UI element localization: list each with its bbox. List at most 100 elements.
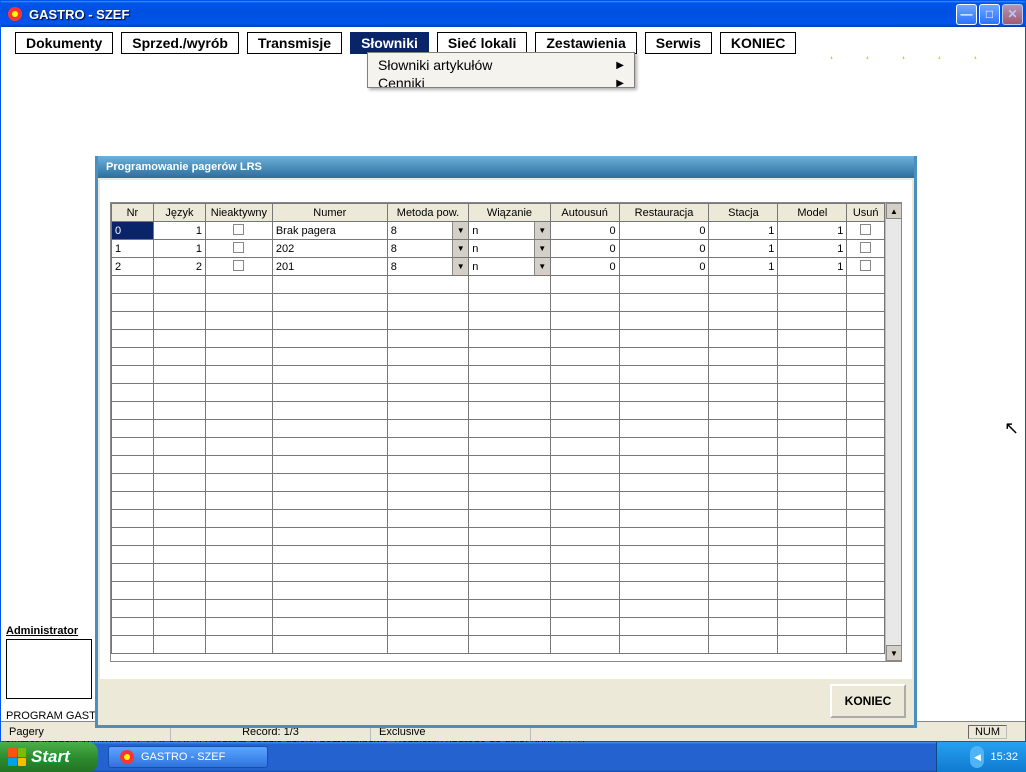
empty-cell[interactable] xyxy=(112,312,154,330)
taskbar-item[interactable]: GASTRO - SZEF xyxy=(108,746,268,768)
dropdown-arrow-icon[interactable]: ▼ xyxy=(452,222,468,239)
cell-autousun[interactable]: 0 xyxy=(550,240,619,258)
empty-cell[interactable] xyxy=(469,402,550,420)
grid-header-cell[interactable]: Język xyxy=(153,204,205,222)
empty-cell[interactable] xyxy=(847,546,885,564)
grid-scrollbar[interactable]: ▲ ▼ xyxy=(885,203,901,661)
empty-cell[interactable] xyxy=(153,474,205,492)
empty-cell[interactable] xyxy=(778,582,847,600)
empty-cell[interactable] xyxy=(619,312,709,330)
empty-cell[interactable] xyxy=(153,582,205,600)
empty-cell[interactable] xyxy=(709,384,778,402)
empty-cell[interactable] xyxy=(469,564,550,582)
table-row[interactable]: 222018▼n▼0011 xyxy=(112,258,885,276)
cell-nieaktywny[interactable] xyxy=(206,222,273,240)
empty-cell[interactable] xyxy=(112,510,154,528)
table-row-empty[interactable] xyxy=(112,294,885,312)
empty-cell[interactable] xyxy=(709,492,778,510)
empty-cell[interactable] xyxy=(206,618,273,636)
table-row-empty[interactable] xyxy=(112,564,885,582)
empty-cell[interactable] xyxy=(153,456,205,474)
cell-wiazanie[interactable]: n▼ xyxy=(469,222,550,240)
menu-słowniki[interactable]: Słowniki xyxy=(350,32,429,54)
empty-cell[interactable] xyxy=(153,294,205,312)
system-tray[interactable]: ◀ 15:32 xyxy=(936,742,1026,772)
cell-stacja[interactable]: 1 xyxy=(709,240,778,258)
cell-metoda[interactable]: 8▼ xyxy=(387,240,468,258)
empty-cell[interactable] xyxy=(709,294,778,312)
empty-cell[interactable] xyxy=(619,456,709,474)
empty-cell[interactable] xyxy=(709,402,778,420)
empty-cell[interactable] xyxy=(619,510,709,528)
menu-drop-item[interactable]: Cenniki ▶ xyxy=(368,77,634,87)
empty-cell[interactable] xyxy=(778,294,847,312)
dropdown-arrow-icon[interactable]: ▼ xyxy=(452,258,468,275)
dropdown-arrow-icon[interactable]: ▼ xyxy=(534,222,550,239)
cell-usun[interactable] xyxy=(847,240,885,258)
empty-cell[interactable] xyxy=(153,276,205,294)
empty-cell[interactable] xyxy=(206,528,273,546)
menu-transmisje[interactable]: Transmisje xyxy=(247,32,342,54)
checkbox-icon[interactable] xyxy=(860,260,871,271)
checkbox-icon[interactable] xyxy=(860,242,871,253)
dropdown-arrow-icon[interactable]: ▼ xyxy=(534,258,550,275)
cell-usun[interactable] xyxy=(847,222,885,240)
empty-cell[interactable] xyxy=(112,474,154,492)
empty-cell[interactable] xyxy=(153,384,205,402)
cell-restauracja[interactable]: 0 xyxy=(619,258,709,276)
empty-cell[interactable] xyxy=(272,438,387,456)
empty-cell[interactable] xyxy=(847,510,885,528)
empty-cell[interactable] xyxy=(550,618,619,636)
empty-cell[interactable] xyxy=(619,636,709,654)
empty-cell[interactable] xyxy=(206,384,273,402)
empty-cell[interactable] xyxy=(387,600,468,618)
cell-stacja[interactable]: 1 xyxy=(709,258,778,276)
empty-cell[interactable] xyxy=(550,492,619,510)
empty-cell[interactable] xyxy=(272,312,387,330)
menu-dokumenty[interactable]: Dokumenty xyxy=(15,32,113,54)
empty-cell[interactable] xyxy=(206,510,273,528)
empty-cell[interactable] xyxy=(469,348,550,366)
empty-cell[interactable] xyxy=(272,636,387,654)
empty-cell[interactable] xyxy=(272,492,387,510)
empty-cell[interactable] xyxy=(847,474,885,492)
empty-cell[interactable] xyxy=(709,546,778,564)
table-row-empty[interactable] xyxy=(112,348,885,366)
empty-cell[interactable] xyxy=(272,366,387,384)
dropdown-arrow-icon[interactable]: ▼ xyxy=(452,240,468,257)
grid-header-cell[interactable]: Usuń xyxy=(847,204,885,222)
empty-cell[interactable] xyxy=(847,492,885,510)
cell-metoda[interactable]: 8▼ xyxy=(387,258,468,276)
empty-cell[interactable] xyxy=(619,330,709,348)
table-row-empty[interactable] xyxy=(112,528,885,546)
table-row-empty[interactable] xyxy=(112,330,885,348)
empty-cell[interactable] xyxy=(112,492,154,510)
empty-cell[interactable] xyxy=(469,456,550,474)
data-grid[interactable]: NrJęzykNieaktywnyNumerMetoda pow.Wiązani… xyxy=(111,203,885,654)
empty-cell[interactable] xyxy=(272,456,387,474)
empty-cell[interactable] xyxy=(469,600,550,618)
empty-cell[interactable] xyxy=(469,420,550,438)
empty-cell[interactable] xyxy=(112,420,154,438)
empty-cell[interactable] xyxy=(709,510,778,528)
empty-cell[interactable] xyxy=(469,618,550,636)
empty-cell[interactable] xyxy=(272,276,387,294)
empty-cell[interactable] xyxy=(619,546,709,564)
empty-cell[interactable] xyxy=(709,420,778,438)
table-row-empty[interactable] xyxy=(112,276,885,294)
empty-cell[interactable] xyxy=(469,546,550,564)
cell-restauracja[interactable]: 0 xyxy=(619,240,709,258)
empty-cell[interactable] xyxy=(272,348,387,366)
tray-expand-icon[interactable]: ◀ xyxy=(970,746,984,768)
empty-cell[interactable] xyxy=(709,528,778,546)
koniec-button[interactable]: KONIEC xyxy=(830,684,906,718)
empty-cell[interactable] xyxy=(778,636,847,654)
empty-cell[interactable] xyxy=(387,348,468,366)
grid-header-cell[interactable]: Metoda pow. xyxy=(387,204,468,222)
empty-cell[interactable] xyxy=(550,546,619,564)
empty-cell[interactable] xyxy=(206,348,273,366)
empty-cell[interactable] xyxy=(112,294,154,312)
empty-cell[interactable] xyxy=(778,276,847,294)
scroll-up-icon[interactable]: ▲ xyxy=(886,203,902,219)
empty-cell[interactable] xyxy=(206,402,273,420)
